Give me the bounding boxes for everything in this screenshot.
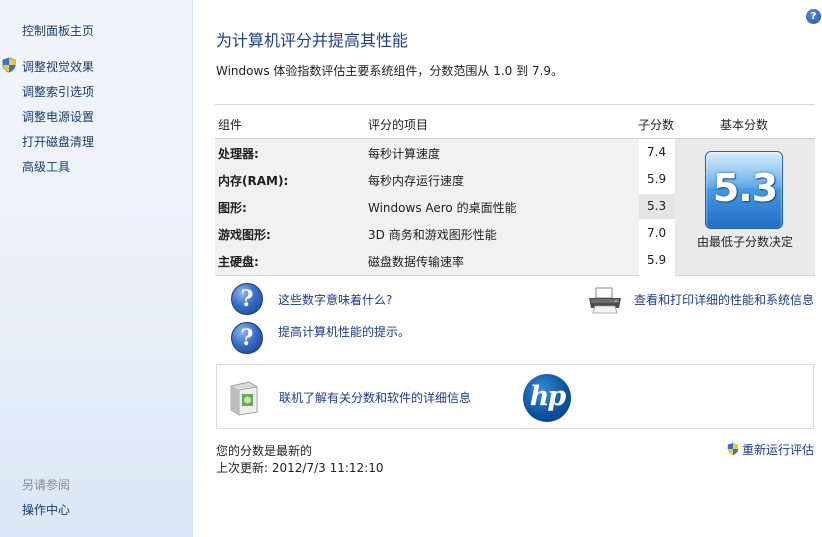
- subscore: 5.9: [647, 253, 667, 267]
- table-row: 处理器: 每秒计算速度 7.4: [215, 139, 675, 166]
- help-icon[interactable]: ?: [806, 9, 821, 24]
- what-numbers-mean-link[interactable]: 这些数字意味着什么?: [278, 291, 392, 308]
- component-name: 内存(RAM):: [218, 174, 289, 188]
- component-name: 图形:: [218, 201, 247, 215]
- rated-item: 每秒内存运行速度: [368, 174, 465, 188]
- uac-shield-icon: [2, 57, 16, 73]
- rated-item: 磁盘数据传输速率: [368, 255, 465, 269]
- action-center-link[interactable]: 操作中心: [22, 501, 70, 518]
- sidebar-item-visual-effects[interactable]: 调整视觉效果: [22, 58, 94, 75]
- subscore: 7.4: [647, 145, 667, 159]
- rerun-assessment-link[interactable]: 重新运行评估: [726, 441, 814, 458]
- component-name: 处理器:: [218, 147, 259, 161]
- uac-shield-icon: [727, 442, 739, 456]
- base-score-panel: 5.3 由最低子分数决定: [675, 139, 815, 276]
- online-info-panel: 联机了解有关分数和软件的详细信息 hp: [216, 364, 814, 429]
- see-also-heading: 另请参阅: [22, 478, 71, 492]
- table-header: 组件 评分的项目 子分数 基本分数: [215, 104, 815, 139]
- base-score-note: 由最低子分数决定: [696, 235, 793, 249]
- header-subscore: 子分数: [638, 118, 675, 132]
- sidebar-item-power[interactable]: 调整电源设置: [22, 108, 94, 125]
- software-box-icon: [230, 381, 258, 416]
- online-info-link[interactable]: 联机了解有关分数和软件的详细信息: [279, 389, 471, 406]
- score-table: 组件 评分的项目 子分数 基本分数 处理器: 每秒计算速度 7.4 内存(RAM…: [215, 104, 815, 276]
- control-panel-home-link[interactable]: 控制面板主页: [22, 22, 94, 39]
- last-update-time: 上次更新: 2012/7/3 11:12:10: [216, 461, 384, 475]
- base-score-badge: 5.3: [705, 151, 783, 229]
- question-icon: ?: [231, 322, 263, 354]
- subscore: 5.3: [647, 199, 667, 213]
- base-score-value: 5.3: [712, 166, 778, 210]
- page-description: Windows 体验指数评估主要系统组件，分数范围从 1.0 到 7.9。: [216, 64, 563, 78]
- sidebar-item-disk-cleanup[interactable]: 打开磁盘清理: [22, 133, 94, 150]
- table-row: 游戏图形: 3D 商务和游戏图形性能 7.0: [215, 220, 675, 247]
- rerun-assessment-label: 重新运行评估: [742, 443, 815, 457]
- sidebar-item-advanced-tools[interactable]: 高级工具: [22, 158, 70, 175]
- component-name: 主硬盘:: [218, 255, 259, 269]
- header-base-score: 基本分数: [720, 118, 769, 132]
- sidebar: 控制面板主页 调整视觉效果 调整索引选项 调整电源设置 打开磁盘清理 高级工具 …: [0, 0, 193, 537]
- printer-icon: [589, 287, 621, 314]
- table-row: 内存(RAM): 每秒内存运行速度 5.9: [215, 166, 675, 193]
- table-row-lowest: 图形: Windows Aero 的桌面性能 5.3: [215, 193, 675, 220]
- table-body: 处理器: 每秒计算速度 7.4 内存(RAM): 每秒内存运行速度 5.9 图形…: [215, 139, 675, 276]
- hp-logo-text: hp: [529, 381, 567, 412]
- rated-item: Windows Aero 的桌面性能: [368, 201, 517, 215]
- table-row: 主硬盘: 磁盘数据传输速率 5.9: [215, 247, 675, 274]
- question-icon: ?: [231, 283, 263, 315]
- subscore: 5.9: [647, 172, 667, 186]
- score-status: 您的分数是最新的: [216, 444, 313, 458]
- hp-logo[interactable]: hp: [523, 374, 571, 422]
- page-title: 为计算机评分并提高其性能: [216, 31, 409, 50]
- subscore: 7.0: [647, 226, 667, 240]
- sidebar-item-indexing[interactable]: 调整索引选项: [22, 83, 94, 100]
- rated-item: 每秒计算速度: [368, 147, 441, 161]
- component-name: 游戏图形:: [218, 228, 271, 242]
- performance-tips-link[interactable]: 提高计算机性能的提示。: [278, 323, 410, 340]
- rated-item: 3D 商务和游戏图形性能: [368, 228, 497, 242]
- header-component: 组件: [218, 118, 243, 132]
- view-print-details-link[interactable]: 查看和打印详细的性能和系统信息: [634, 291, 814, 308]
- header-item: 评分的项目: [368, 118, 429, 132]
